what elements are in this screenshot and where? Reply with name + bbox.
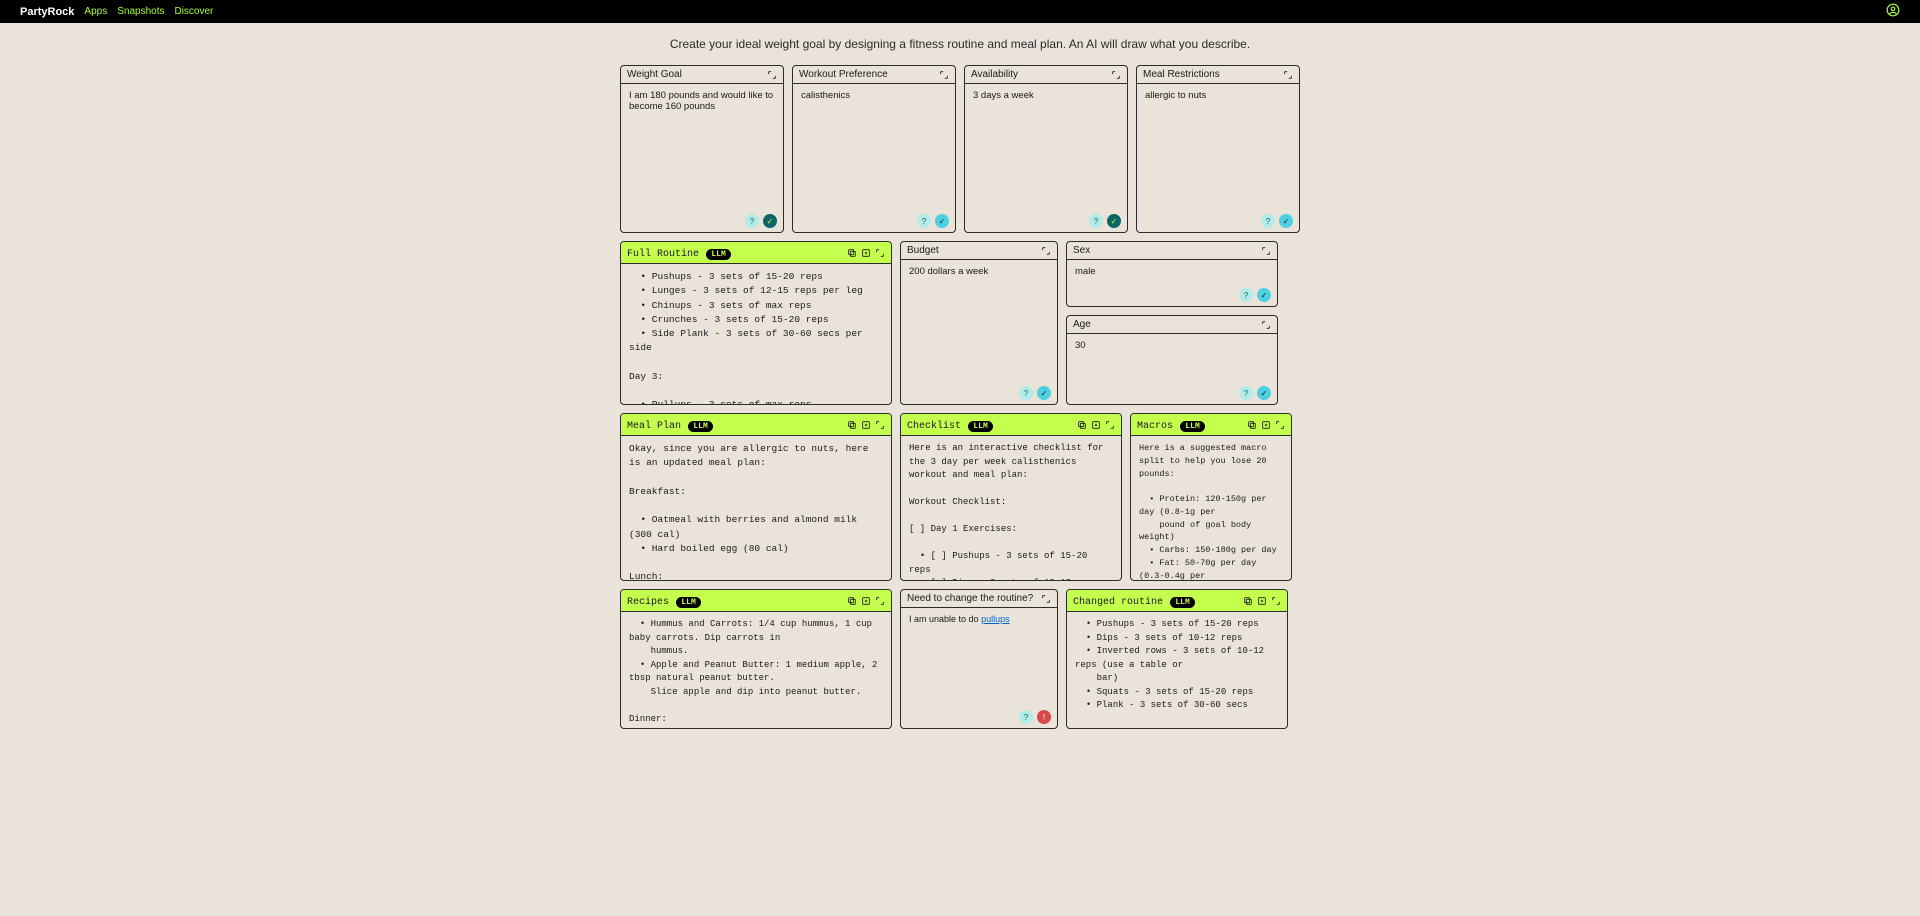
workout-pref-input[interactable] (801, 90, 947, 112)
meal-restrictions-card: Meal Restrictions ? ✓ (1136, 65, 1300, 233)
meal-plan-title: Meal Plan (627, 421, 681, 432)
info-icon[interactable]: ? (917, 214, 931, 228)
weight-goal-title: Weight Goal (627, 69, 682, 80)
availability-input[interactable] (973, 90, 1119, 112)
llm-badge: LLM (1180, 421, 1204, 432)
topbar: PartyRock Apps Snapshots Discover (0, 0, 1920, 23)
expand-icon[interactable] (1283, 70, 1293, 80)
age-title: Age (1073, 319, 1091, 330)
recipes-body: • Hummus and Carrots: 1/4 cup hummus, 1 … (621, 612, 891, 728)
llm-badge: LLM (1170, 597, 1194, 608)
error-icon[interactable]: ! (1037, 710, 1051, 724)
share-icon[interactable] (1091, 420, 1101, 430)
expand-icon[interactable] (939, 70, 949, 80)
weight-goal-input[interactable] (629, 90, 775, 112)
change-routine-link[interactable]: pullups (981, 614, 1010, 624)
share-icon[interactable] (1261, 420, 1271, 430)
expand-icon[interactable] (1041, 246, 1051, 256)
meal-restrictions-title: Meal Restrictions (1143, 69, 1220, 80)
submit-icon[interactable]: ✓ (935, 214, 949, 228)
meal-restrictions-input[interactable] (1145, 90, 1291, 112)
sex-input[interactable]: male (1075, 266, 1096, 277)
nav-snapshots[interactable]: Snapshots (117, 6, 164, 17)
age-input[interactable]: 30 (1075, 340, 1086, 351)
copy-icon[interactable] (1077, 420, 1087, 430)
profile-icon[interactable] (1886, 3, 1900, 20)
workout-pref-card: Workout Preference ? ✓ (792, 65, 956, 233)
copy-icon[interactable] (847, 248, 857, 258)
llm-badge: LLM (688, 421, 712, 432)
expand-icon[interactable] (1105, 420, 1115, 430)
expand-icon[interactable] (1261, 246, 1271, 256)
full-routine-body: • Pushups - 3 sets of 15-20 reps • Lunge… (621, 264, 891, 404)
expand-icon[interactable] (1275, 420, 1285, 430)
change-routine-prefix[interactable]: I am unable to do (909, 614, 981, 624)
macros-title: Macros (1137, 421, 1173, 432)
page-tagline: Create your ideal weight goal by designi… (0, 23, 1920, 65)
share-icon[interactable] (861, 248, 871, 258)
submit-icon[interactable]: ✓ (1037, 386, 1051, 400)
sex-card: Sex male ? ✓ (1066, 241, 1278, 307)
sex-title: Sex (1073, 245, 1090, 256)
info-icon[interactable]: ? (745, 214, 759, 228)
change-routine-card: Need to change the routine? I am unable … (900, 589, 1058, 729)
info-icon[interactable]: ? (1239, 386, 1253, 400)
info-icon[interactable]: ? (1261, 214, 1275, 228)
info-icon[interactable]: ? (1019, 710, 1033, 724)
share-icon[interactable] (861, 420, 871, 430)
weight-goal-card: Weight Goal ? ✓ (620, 65, 784, 233)
expand-icon[interactable] (1041, 594, 1051, 604)
nav-discover[interactable]: Discover (174, 6, 213, 17)
submit-icon[interactable]: ✓ (1279, 214, 1293, 228)
expand-icon[interactable] (1261, 320, 1271, 330)
expand-icon[interactable] (875, 420, 885, 430)
budget-title: Budget (907, 245, 939, 256)
availability-card: Availability ? ✓ (964, 65, 1128, 233)
expand-icon[interactable] (1111, 70, 1121, 80)
expand-icon[interactable] (875, 596, 885, 606)
checklist-body: Here is an interactive checklist for the… (901, 436, 1121, 580)
share-icon[interactable] (1257, 596, 1267, 606)
availability-title: Availability (971, 69, 1018, 80)
recipes-title: Recipes (627, 597, 669, 608)
brand-logo[interactable]: PartyRock (20, 6, 74, 18)
expand-icon[interactable] (767, 70, 777, 80)
macros-card: Macros LLM Here is a suggested macro spl… (1130, 413, 1292, 581)
change-routine-title: Need to change the routine? (907, 593, 1033, 604)
meal-plan-card: Meal Plan LLM Okay, since you are allerg… (620, 413, 892, 581)
expand-icon[interactable] (875, 248, 885, 258)
full-routine-title: Full Routine (627, 249, 699, 260)
nav-apps[interactable]: Apps (84, 6, 107, 17)
meal-plan-body: Okay, since you are allergic to nuts, he… (621, 436, 891, 580)
copy-icon[interactable] (1243, 596, 1253, 606)
recipes-card: Recipes LLM • Hummus and Carrots: 1/4 cu… (620, 589, 892, 729)
llm-badge: LLM (676, 597, 700, 608)
changed-routine-card: Changed routine LLM • Pushups - 3 sets o… (1066, 589, 1288, 729)
copy-icon[interactable] (1247, 420, 1257, 430)
changed-routine-title: Changed routine (1073, 597, 1163, 608)
workout-pref-title: Workout Preference (799, 69, 888, 80)
submit-icon[interactable]: ✓ (1257, 386, 1271, 400)
full-routine-card: Full Routine LLM • Pushups - 3 sets of 1… (620, 241, 892, 405)
copy-icon[interactable] (847, 596, 857, 606)
submit-icon[interactable]: ✓ (763, 214, 777, 228)
submit-icon[interactable]: ✓ (1107, 214, 1121, 228)
budget-input[interactable] (909, 266, 1049, 288)
llm-badge: LLM (706, 249, 730, 260)
changed-routine-body: • Pushups - 3 sets of 15-20 reps • Dips … (1067, 612, 1287, 728)
llm-badge: LLM (968, 421, 992, 432)
age-card: Age 30 ? ✓ (1066, 315, 1278, 405)
info-icon[interactable]: ? (1019, 386, 1033, 400)
info-icon[interactable]: ? (1239, 288, 1253, 302)
budget-card: Budget ? ✓ (900, 241, 1058, 405)
checklist-title: Checklist (907, 421, 961, 432)
checklist-card: Checklist LLM Here is an interactive che… (900, 413, 1122, 581)
copy-icon[interactable] (847, 420, 857, 430)
info-icon[interactable]: ? (1089, 214, 1103, 228)
submit-icon[interactable]: ✓ (1257, 288, 1271, 302)
expand-icon[interactable] (1271, 596, 1281, 606)
macros-body: Here is a suggested macro split to help … (1131, 436, 1291, 580)
share-icon[interactable] (861, 596, 871, 606)
